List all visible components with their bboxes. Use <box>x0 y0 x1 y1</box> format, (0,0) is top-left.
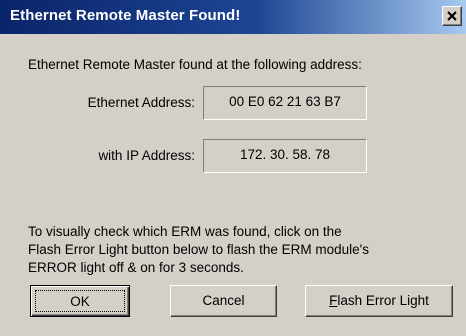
flash-button-label: Flash Error Light <box>329 293 429 308</box>
ethernet-address-label: Ethernet Address: <box>87 95 195 110</box>
cancel-button-label: Cancel <box>202 293 245 308</box>
close-button[interactable] <box>442 6 462 26</box>
instructions-line-3: ERROR light off & on for 3 seconds. <box>28 260 244 275</box>
ip-address-value: 172. 30. 58. 78 <box>203 139 367 173</box>
flash-error-light-button[interactable]: Flash Error Light <box>305 285 453 317</box>
flash-button-label-rest: lash Error Light <box>337 293 429 308</box>
dialog-window: Ethernet Remote Master Found! Ethernet R… <box>0 0 466 336</box>
ok-button-label: OK <box>70 294 90 309</box>
cancel-button[interactable]: Cancel <box>170 285 277 317</box>
intro-text: Ethernet Remote Master found at the foll… <box>28 57 362 72</box>
ip-address-label: with IP Address: <box>98 148 195 163</box>
instructions-line-2: Flash Error Light button below to flash … <box>28 242 369 257</box>
ok-button[interactable]: OK <box>30 285 130 317</box>
instructions-text: To visually check which ERM was found, c… <box>28 223 453 277</box>
title-bar[interactable]: Ethernet Remote Master Found! <box>0 0 466 34</box>
instructions-line-1: To visually check which ERM was found, c… <box>28 224 342 239</box>
ok-button-focus-ring: OK <box>35 290 125 312</box>
window-title: Ethernet Remote Master Found! <box>10 7 241 24</box>
close-x-icon <box>447 11 457 21</box>
ethernet-address-value: 00 E0 62 21 63 B7 <box>203 86 367 120</box>
